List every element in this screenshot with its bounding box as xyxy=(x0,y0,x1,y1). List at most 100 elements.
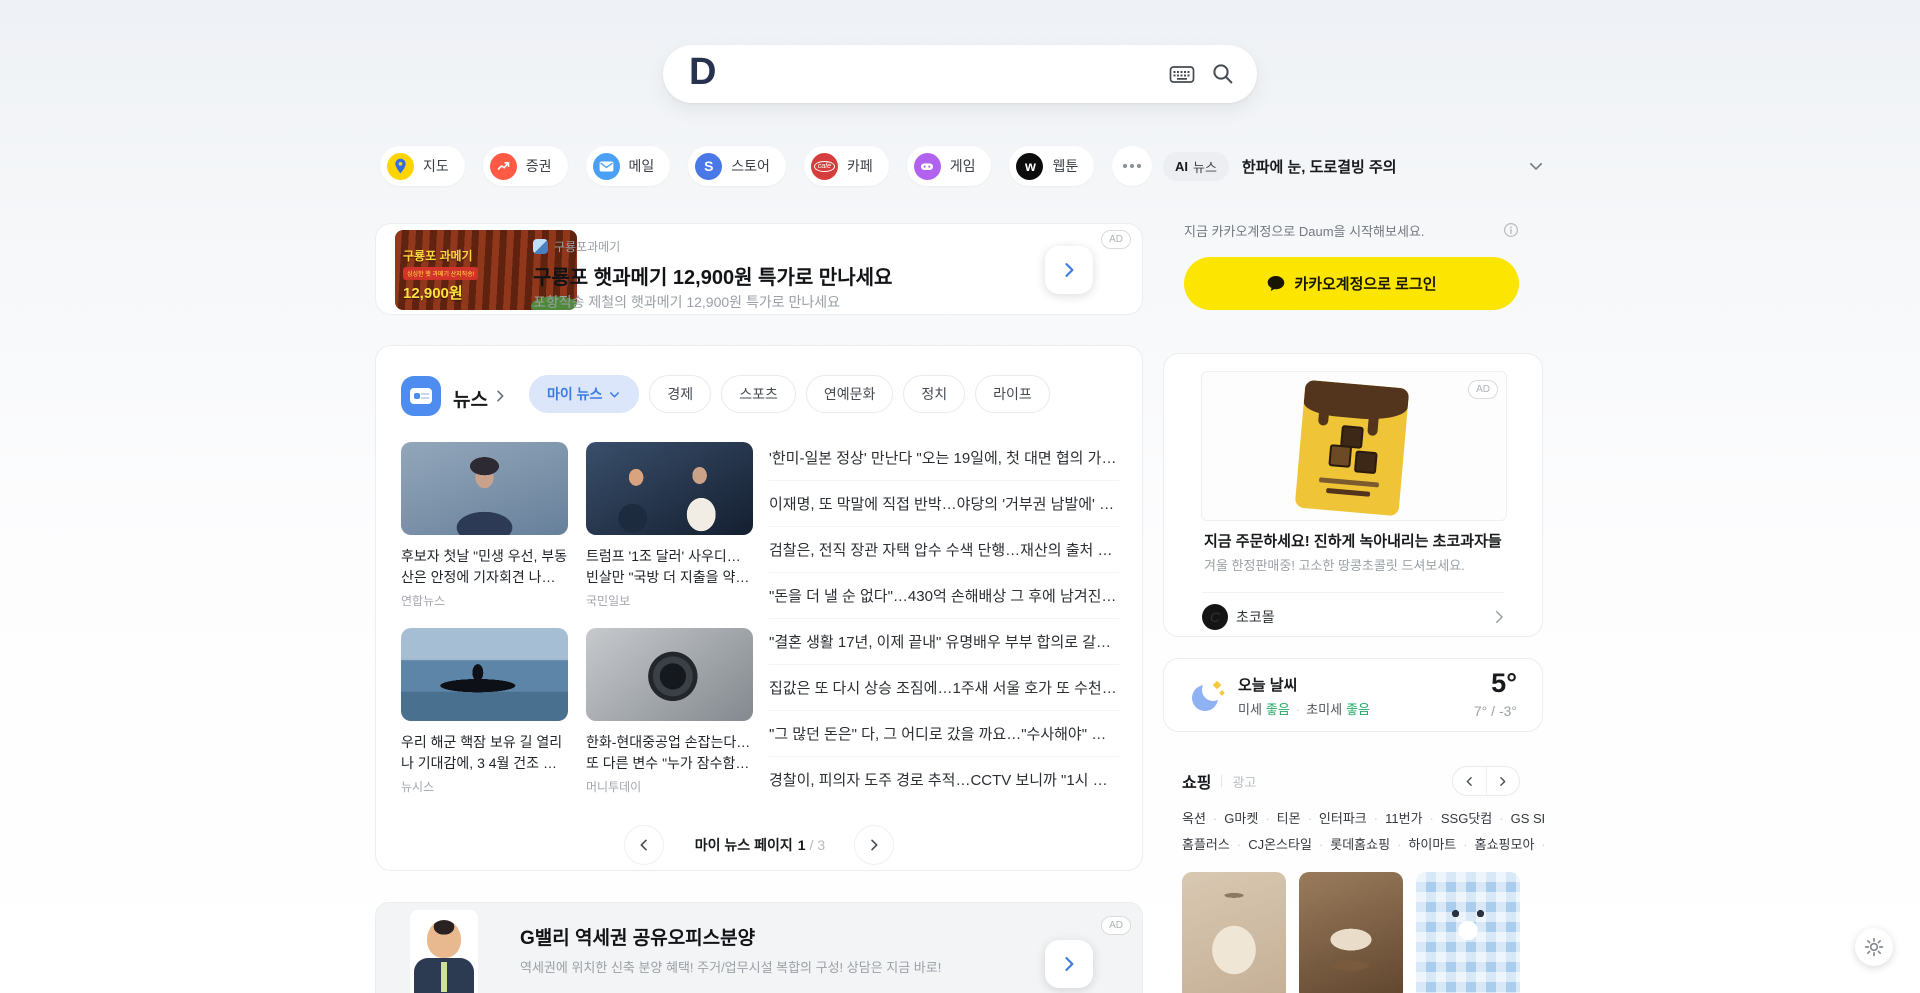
tab-sports[interactable]: 스포츠 xyxy=(721,375,796,413)
tab-entertainment[interactable]: 연예문화 xyxy=(806,375,894,413)
ad-image-badge: 싱싱한 햇 과메기 산지직송! xyxy=(403,267,478,280)
shopping-next-button[interactable] xyxy=(1486,767,1520,795)
shortcut-game[interactable]: 게임 xyxy=(907,146,992,186)
headline-item[interactable]: '한미-일본 정상' 만난다 "오는 19일에, 첫 대면 협의 가능성" xyxy=(769,434,1119,480)
chevron-down-icon[interactable] xyxy=(1527,157,1545,175)
moon-icon xyxy=(1186,675,1228,717)
kakao-login-button[interactable]: 카카오계정으로 로그인 xyxy=(1184,257,1519,310)
side-ad-title[interactable]: 지금 주문하세요! 진하게 녹아내리는 초코과자들 xyxy=(1204,530,1506,551)
ad-label-badge: AD xyxy=(1101,916,1131,935)
tab-life[interactable]: 라이프 xyxy=(975,375,1050,413)
headline-item[interactable]: "돈을 더 낼 순 없다"…430억 손해배상 그 후에 남겨진 두 과제 xyxy=(769,572,1119,618)
info-icon[interactable] xyxy=(1502,221,1520,239)
headline-item[interactable]: "결혼 생활 17년, 이제 끝내" 유명배우 부부 합의로 갈라선 이유 xyxy=(769,618,1119,664)
ai-news-row: AI뉴스 한파에 눈, 도로결빙 주의 xyxy=(1163,151,1545,181)
news-source: 연합뉴스 xyxy=(401,592,445,609)
news-thumbnail[interactable] xyxy=(586,628,753,721)
headline-item[interactable]: 검찰은, 전직 장관 자택 압수 수색 단행…재산의 출처 조사 xyxy=(769,526,1119,572)
headline-list: '한미-일본 정상' 만난다 "오는 19일에, 첫 대면 협의 가능성" 이재… xyxy=(769,434,1119,802)
news-card-title[interactable]: 한화-현대중공업 손잡는다…또 다른 변수 "누가 잠수함을 먼저 만드나?" … xyxy=(586,732,753,774)
product-image[interactable] xyxy=(1182,872,1286,993)
ad-title[interactable]: 구룡포 햇과메기 12,900원 특가로 만나세요 xyxy=(533,261,1033,290)
divider xyxy=(1221,775,1222,787)
settings-gear-button[interactable] xyxy=(1855,928,1893,966)
headline-item[interactable]: "그 많던 돈은" 다, 그 어디로 갔을 까요…"수사해야" 목소리 xyxy=(769,710,1119,756)
shop-link[interactable]: CAR&LIFE xyxy=(1534,837,1544,852)
bottom-ad-photo[interactable] xyxy=(410,910,478,993)
shop-link[interactable]: 하이마트 xyxy=(1390,837,1456,852)
shopping-links-row1: 옥션G마켓티몬인터파크11번가SSG닷컴GS SHOP xyxy=(1182,806,1544,832)
bottom-ad-next-button[interactable] xyxy=(1045,940,1093,988)
weather-title: 오늘 날씨 xyxy=(1238,674,1297,695)
tab-my-news[interactable]: 마이 뉴스 xyxy=(529,375,639,413)
search-icon[interactable] xyxy=(1211,62,1235,86)
chevron-right-icon[interactable] xyxy=(492,388,508,404)
kakao-bubble-icon xyxy=(1266,274,1286,293)
shopping-links-row2: 홈플러스CJ온스타일롯데홈쇼핑하이마트홈쇼핑모아CAR&LIFE xyxy=(1182,832,1544,858)
side-ad-brand-row[interactable]: C 초코몰 xyxy=(1202,604,1275,630)
shop-link[interactable]: GS SHOP xyxy=(1492,811,1544,826)
shop-link[interactable]: 티몬 xyxy=(1258,811,1300,826)
shop-link[interactable]: 홈플러스 xyxy=(1182,837,1230,852)
news-card-title[interactable]: 우리 해군 핵잠 보유 길 열리나 기대감에, 3 4월 건조 착수 xyxy=(401,732,568,774)
shortcut-webtoon[interactable]: w 웹툰 xyxy=(1009,146,1094,186)
product-image[interactable] xyxy=(1416,872,1520,993)
virtual-keyboard-icon[interactable] xyxy=(1169,63,1195,85)
pagination-label: 마이 뉴스 페이지1/3 xyxy=(376,835,1144,855)
news-thumbnail[interactable] xyxy=(401,442,568,535)
shortcut-map[interactable]: 지도 xyxy=(380,146,465,186)
ad-next-button[interactable] xyxy=(1045,246,1093,294)
shortcut-label: 게임 xyxy=(950,156,976,176)
tab-economy[interactable]: 경제 xyxy=(649,375,711,413)
headline-item[interactable]: 경찰이, 피의자 도주 경로 추적…CCTV 보니까 "1시 무렵 차, 그 골… xyxy=(769,756,1119,802)
pagination-next-button[interactable] xyxy=(854,825,894,865)
shop-link[interactable]: 롯데홈쇼핑 xyxy=(1312,837,1390,852)
shop-link[interactable]: 옥션 xyxy=(1182,811,1206,826)
divider xyxy=(1202,592,1504,593)
search-input[interactable] xyxy=(726,54,1153,94)
daum-homepage: D 지도 증권 메일 S 스토어 cafe xyxy=(0,0,1920,993)
shortcut-cafe[interactable]: cafe 카페 xyxy=(804,146,889,186)
more-shortcuts-button[interactable] xyxy=(1112,146,1152,186)
shop-link[interactable]: 11번가 xyxy=(1367,811,1423,826)
chevron-right-icon[interactable] xyxy=(1490,608,1508,626)
ad-image-title: 구룡포 과메기 xyxy=(403,247,473,264)
news-section-title[interactable]: 뉴스 xyxy=(453,385,488,412)
shopping-links: 옥션G마켓티몬인터파크11번가SSG닷컴GS SHOP 홈플러스CJ온스타일롯데… xyxy=(1182,806,1544,858)
shop-link[interactable]: SSG닷컴 xyxy=(1423,811,1493,826)
advertiser-favicon xyxy=(533,239,548,254)
news-source: 뉴시스 xyxy=(401,778,434,795)
news-source: 국민일보 xyxy=(586,592,630,609)
shortcut-store[interactable]: S 스토어 xyxy=(688,146,786,186)
shortcut-label: 카페 xyxy=(847,156,873,176)
ad-banner: 구룡포 과메기 싱싱한 햇 과메기 산지직송! 12,900원 구룡포과메기 구… xyxy=(375,223,1143,315)
weather-card[interactable]: 오늘 날씨 미세좋음·초미세좋음 5° 7° / -3° xyxy=(1163,658,1543,732)
shortcut-label: 증권 xyxy=(526,156,552,176)
shopping-prev-button[interactable] xyxy=(1453,767,1486,795)
shortcut-stock[interactable]: 증권 xyxy=(483,146,568,186)
bottom-ad-banner: G밸리 역세권 공유오피스분양 역세권에 위치한 신축 분양 혜택! 주거/업무… xyxy=(375,902,1143,993)
tab-politics[interactable]: 정치 xyxy=(903,375,965,413)
shop-link[interactable]: G마켓 xyxy=(1206,811,1258,826)
news-card-title[interactable]: 후보자 첫날 "민생 우선, 부동산은 안정에 기자회견 나서며 밝히는 '정책… xyxy=(401,546,568,588)
bottom-ad-subtitle: 역세권에 위치한 신축 분양 혜택! 주거/업무시설 복합의 구성! 상담은 지… xyxy=(520,957,1040,976)
shop-link[interactable]: CJ온스타일 xyxy=(1230,837,1312,852)
news-thumbnail[interactable] xyxy=(401,628,568,721)
bottom-ad-title[interactable]: G밸리 역세권 공유오피스분양 xyxy=(520,923,1020,950)
headline-item[interactable]: 집값은 또 다시 상승 조짐에…1주새 서울 호가 또 수천 올랐다 xyxy=(769,664,1119,710)
news-card-title[interactable]: 트럼프 '1조 달러' 사우디…빈살만 "국방 더 지출을 약속" 정상 회담 xyxy=(586,546,753,588)
advertiser-row: 구룡포과메기 xyxy=(533,238,620,255)
news-thumbnail[interactable] xyxy=(586,442,753,535)
shortcut-mail[interactable]: 메일 xyxy=(586,146,671,186)
gamepad-icon xyxy=(914,153,941,180)
shop-link[interactable]: 인터파크 xyxy=(1301,811,1367,826)
shortcut-label: 지도 xyxy=(423,156,449,176)
product-image[interactable] xyxy=(1299,872,1403,993)
ai-news-headline[interactable]: 한파에 눈, 도로결빙 주의 xyxy=(1242,156,1527,177)
shop-link[interactable]: 홈쇼핑모아 xyxy=(1456,837,1534,852)
current-temperature: 5° xyxy=(1491,668,1517,699)
side-ad-image[interactable]: AD xyxy=(1201,371,1507,521)
shopping-title[interactable]: 쇼핑 xyxy=(1182,769,1211,793)
headline-item[interactable]: 이재명, 또 막말에 직접 반박…야당의 '거부권 남발에' 강한 비판, 배경… xyxy=(769,480,1119,526)
news-card: 뉴스 마이 뉴스 경제 스포츠 연예문화 정치 라이프 후보자 첫날 "민생 우… xyxy=(375,345,1143,871)
